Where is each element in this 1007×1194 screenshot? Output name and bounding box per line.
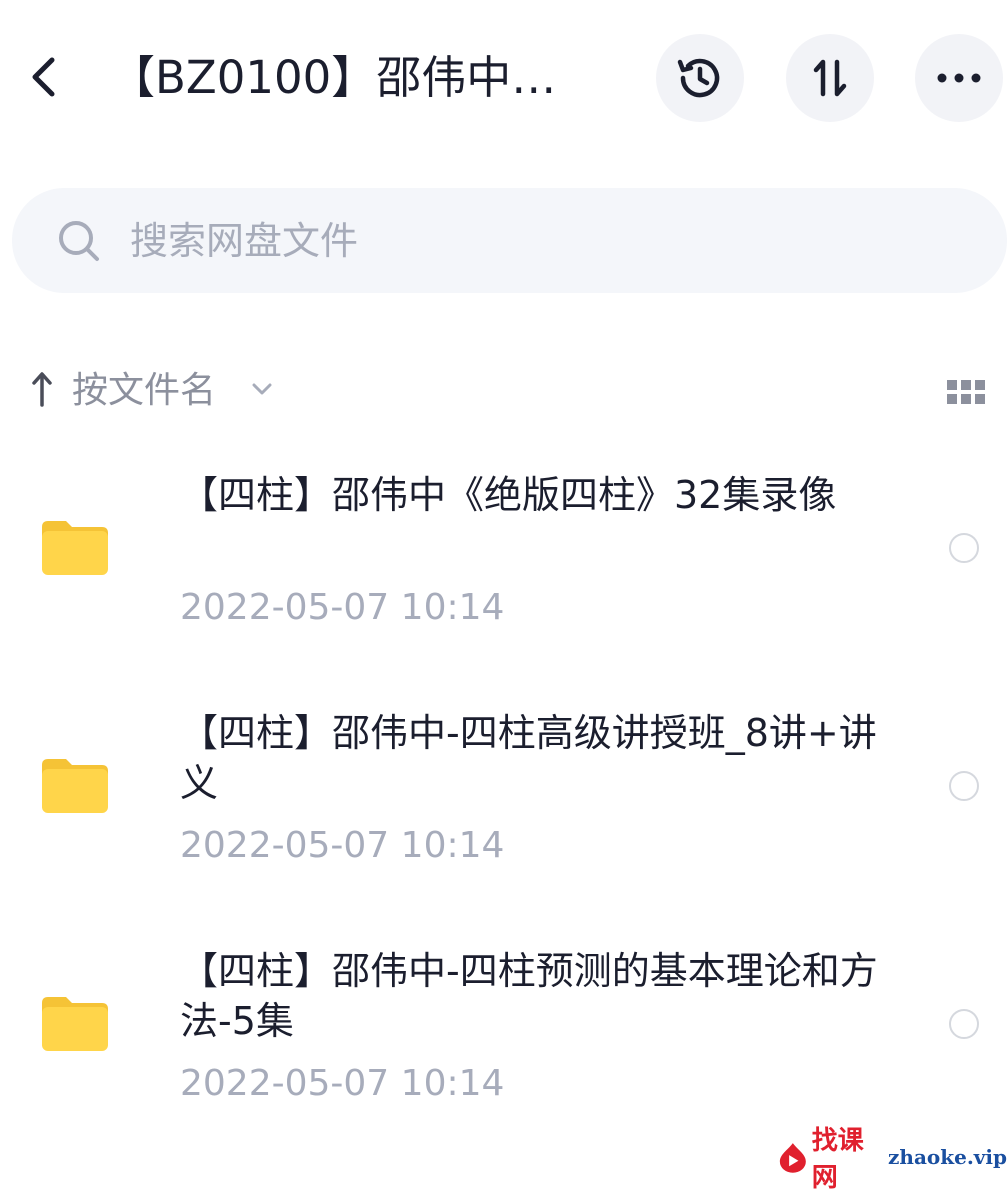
select-checkbox[interactable] xyxy=(949,771,979,801)
sort-selector[interactable]: 按文件名 xyxy=(72,363,216,419)
file-row[interactable]: 【四柱】邵伟中-四柱高级讲授班_8讲+讲义 2022-05-07 10:14 xyxy=(0,698,1007,928)
file-date: 2022-05-07 10:14 xyxy=(180,1063,505,1104)
watermark-en: zhaoke.vip xyxy=(888,1145,1007,1169)
file-name: 【四柱】邵伟中-四柱高级讲授班_8讲+讲义 xyxy=(180,711,877,805)
sort-bar: 按文件名 xyxy=(0,355,1007,425)
chevron-left-icon xyxy=(32,57,55,97)
grid-view-icon[interactable] xyxy=(946,377,986,407)
transfer-icon xyxy=(813,59,847,97)
select-checkbox[interactable] xyxy=(949,1009,979,1039)
folder-icon xyxy=(42,521,108,575)
arrow-up-icon[interactable] xyxy=(28,369,56,409)
back-button[interactable] xyxy=(22,52,72,102)
file-name: 【四柱】邵伟中-四柱预测的基本理论和方法-5集 xyxy=(180,949,878,1043)
select-checkbox[interactable] xyxy=(949,533,979,563)
file-date: 2022-05-07 10:14 xyxy=(180,825,505,866)
transfer-button[interactable] xyxy=(786,34,874,122)
chevron-down-icon[interactable] xyxy=(250,379,274,399)
history-button[interactable] xyxy=(656,34,744,122)
page-title: 【BZ0100】邵伟中… xyxy=(110,51,557,104)
flame-play-icon xyxy=(779,1143,806,1173)
file-date: 2022-05-07 10:14 xyxy=(180,587,505,628)
top-bar: 【BZ0100】邵伟中… xyxy=(0,0,1007,160)
folder-icon xyxy=(42,997,108,1051)
more-horizontal-icon xyxy=(937,73,981,83)
watermark: 找课网 zhaoke.vip xyxy=(778,1126,1007,1193)
search-input[interactable] xyxy=(128,210,932,272)
file-row[interactable]: 【四柱】邵伟中《绝版四柱》32集录像 2022-05-07 10:14 xyxy=(0,460,1007,690)
folder-icon xyxy=(42,759,108,813)
history-icon xyxy=(677,58,720,98)
search-icon xyxy=(59,221,99,261)
file-name: 【四柱】邵伟中《绝版四柱》32集录像 xyxy=(180,473,837,517)
search-bar[interactable] xyxy=(12,188,1007,293)
watermark-cn: 找课网 xyxy=(811,1126,864,1193)
more-button[interactable] xyxy=(915,34,1003,122)
